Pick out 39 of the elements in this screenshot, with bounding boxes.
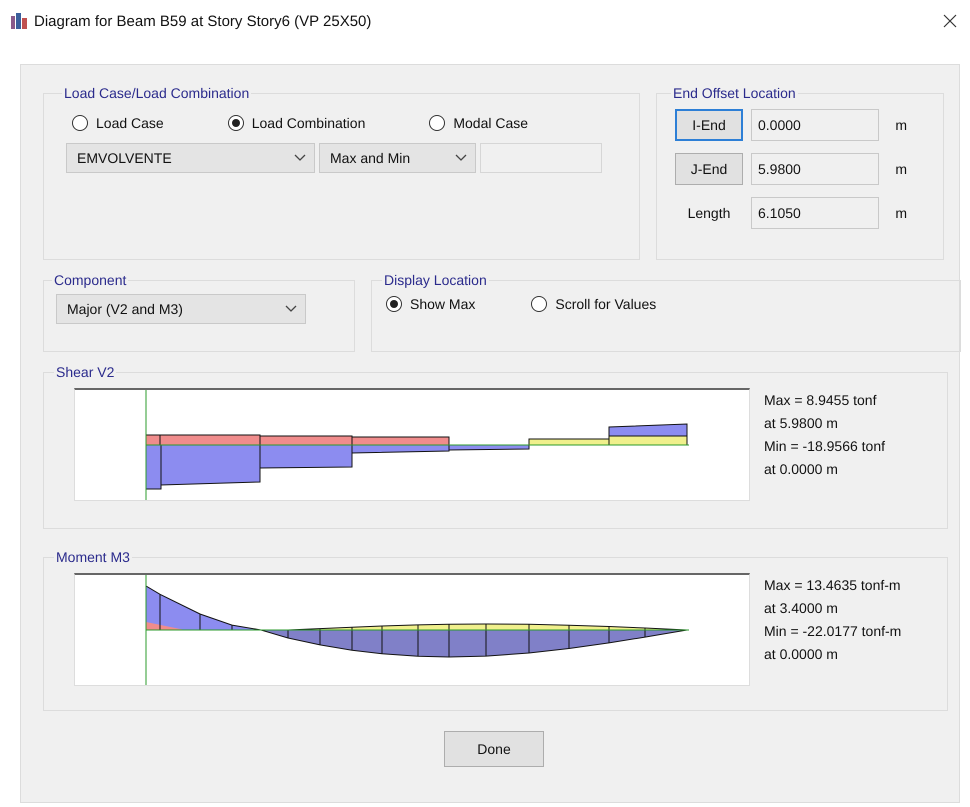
radio-option[interactable]: Load Case [72,115,164,131]
offset-field[interactable]: 5.9800 [751,153,879,185]
group-title: Shear V2 [55,364,116,380]
radio-option[interactable]: Scroll for Values [531,296,656,312]
group-title: Display Location [383,272,488,288]
end-button[interactable]: J-End [675,153,743,185]
done-button[interactable]: Done [444,731,544,767]
result-text: Min = -18.9566 tonf [764,438,886,454]
chevron-icon [455,154,467,162]
field-label: Length [686,205,732,221]
radio-option[interactable]: Load Combination [228,115,366,131]
radio-option[interactable]: Show Max [386,296,476,312]
offset-field[interactable]: 0.0000 [751,109,879,141]
unit-label: m [894,161,907,177]
chevron-icon [294,154,306,162]
result-text: at 0.0000 m [764,646,839,662]
envelope-dropdown[interactable]: Max and Min [319,143,476,173]
end-button[interactable]: I-End [675,109,743,141]
group-title: Moment M3 [55,549,131,565]
building-icon [10,12,28,30]
window-title: Diagram for Beam B59 at Story Story6 (VP 25X50) [34,12,372,30]
combination-dropdown[interactable]: EMVOLVENTE [66,143,315,173]
result-text: Min = -22.0177 tonf-m [764,623,902,639]
chevron-icon [285,305,297,313]
result-text: at 3.4000 m [764,600,839,616]
result-text: at 0.0000 m [764,461,839,477]
offset-field[interactable]: 6.1050 [751,197,879,229]
result-text: Max = 8.9455 tonf [764,392,878,408]
group-title: Component [53,272,128,288]
result-text: at 5.9800 m [764,415,839,431]
component-dropdown[interactable]: Major (V2 and M3) [56,294,306,324]
result-text: Max = 13.4635 tonf-m [764,577,902,593]
close-icon[interactable] [942,13,958,29]
radio-option[interactable]: Modal Case [429,115,528,131]
input-field[interactable] [480,143,602,173]
unit-label: m [894,205,907,221]
unit-label: m [894,117,907,133]
group-title: End Offset Location [672,85,797,101]
group-title: Load Case/Load Combination [63,85,250,101]
